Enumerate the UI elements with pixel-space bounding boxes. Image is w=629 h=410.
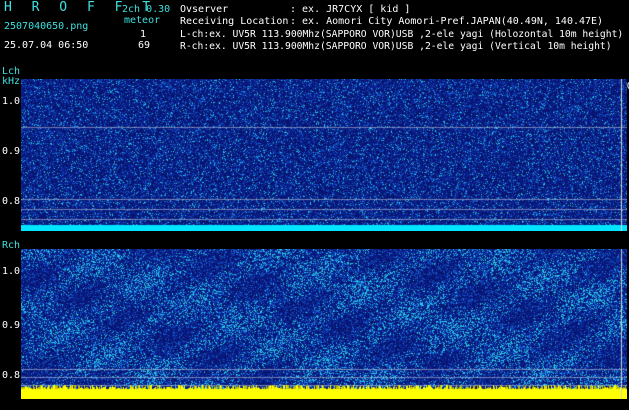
- lch-ytick-3: 0.8: [2, 196, 21, 207]
- datetime-label: 25.07.04 06:50: [4, 40, 89, 51]
- meteor-label: meteor: [124, 15, 161, 26]
- lch-meteor-count: 1: [140, 29, 147, 40]
- location-key: Receiving Location: [180, 16, 289, 27]
- lch-ytick-2: 0.9: [2, 146, 21, 157]
- rch-config-line: R-ch:ex. UV5R 113.900Mhz(SAPPORO VOR)USB…: [180, 41, 612, 52]
- observer-key: Ovserver: [180, 4, 229, 15]
- rch-ytick-1: 1.0: [2, 266, 21, 277]
- observer-value: : ex. JR7CYX [ kid ]: [290, 4, 411, 15]
- rch-spectrogram: [21, 249, 627, 399]
- rch-ytick-2: 0.9: [2, 320, 21, 331]
- rch-ytick-3: 0.8: [2, 370, 21, 381]
- filename-label: 2507040650.png: [4, 21, 89, 32]
- mode-label: 2ch 0.30: [122, 4, 171, 15]
- lch-ytick-1: 1.0: [2, 96, 21, 107]
- rch-channel-label: Rch: [2, 240, 21, 251]
- lch-spectrogram: [21, 79, 627, 231]
- lch-unit-label: kHz: [2, 76, 21, 87]
- lch-config-line: L-ch:ex. UV5R 113.900Mhz(SAPPORO VOR)USB…: [180, 29, 624, 40]
- location-value: : ex. Aomori City Aomori-Pref.JAPAN(40.4…: [290, 16, 604, 27]
- rch-meteor-count: 69: [138, 40, 151, 51]
